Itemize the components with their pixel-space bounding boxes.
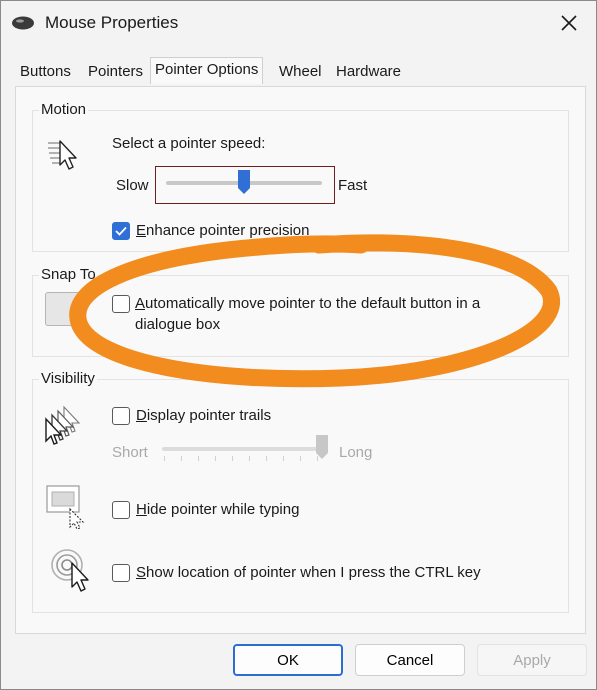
trail-length-thumb[interactable]	[315, 434, 329, 460]
tab-wheel[interactable]: Wheel	[276, 61, 325, 82]
snap-to-group-label: Snap To	[39, 266, 98, 283]
window-title: Mouse Properties	[45, 13, 179, 32]
trail-length-ticks	[164, 456, 322, 461]
auto-move-pointer-label-line1: Automatically move pointer to the defaul…	[135, 295, 481, 312]
pointer-speed-label: Select a pointer speed:	[112, 135, 266, 152]
close-button[interactable]	[549, 7, 589, 39]
auto-move-pointer-label-line2: dialogue box	[135, 316, 221, 333]
pointer-speed-thumb[interactable]	[237, 169, 251, 195]
show-location-label: Show location of pointer when I press th…	[136, 564, 481, 581]
pointer-trails-label: Display pointer trails	[136, 407, 272, 424]
trail-long-label: Long	[339, 444, 373, 461]
enhance-precision-checkbox[interactable]	[112, 222, 130, 240]
tab-pointers[interactable]: Pointers	[85, 61, 146, 82]
tab-strip: Buttons Pointers Pointer Options Wheel H…	[13, 57, 588, 87]
trail-short-label: Short	[112, 444, 148, 461]
pointer-speed-icon	[46, 137, 82, 176]
apply-button[interactable]: Apply	[477, 644, 587, 676]
hide-while-typing-label: Hide pointer while typing	[136, 501, 300, 518]
show-location-checkbox[interactable]	[112, 564, 130, 582]
mouse-icon	[11, 15, 35, 31]
snap-to-group	[32, 275, 569, 357]
trail-length-track	[162, 447, 322, 451]
hide-pointer-icon	[46, 485, 92, 534]
ok-button[interactable]: OK	[233, 644, 343, 676]
pointer-speed-slider[interactable]	[155, 166, 335, 204]
show-location-icon	[50, 547, 94, 598]
pointer-trails-icon	[44, 405, 88, 450]
hide-while-typing-checkbox[interactable]	[112, 501, 130, 519]
motion-group-label: Motion	[39, 101, 89, 118]
mouse-properties-window: Mouse Properties Buttons Pointers Pointe…	[0, 0, 597, 690]
pointer-options-panel: Motion Select a pointer speed: Slow Fast…	[15, 86, 586, 634]
checkmark-icon	[115, 226, 127, 236]
tab-pointer-options[interactable]: Pointer Options	[150, 57, 264, 84]
pointer-trail-length-slider[interactable]	[158, 434, 338, 468]
cancel-button[interactable]: Cancel	[355, 644, 465, 676]
fast-label: Fast	[338, 177, 368, 194]
close-icon	[561, 15, 577, 31]
enhance-precision-label: Enhance pointer precision	[136, 222, 310, 239]
snap-to-button-icon	[45, 292, 81, 326]
auto-move-pointer-checkbox[interactable]	[112, 295, 130, 313]
visibility-group-label: Visibility	[39, 370, 97, 387]
tab-hardware[interactable]: Hardware	[333, 61, 404, 82]
tab-buttons[interactable]: Buttons	[17, 61, 74, 82]
slow-label: Slow	[116, 177, 149, 194]
title-bar: Mouse Properties	[1, 1, 596, 47]
pointer-trails-checkbox[interactable]	[112, 407, 130, 425]
